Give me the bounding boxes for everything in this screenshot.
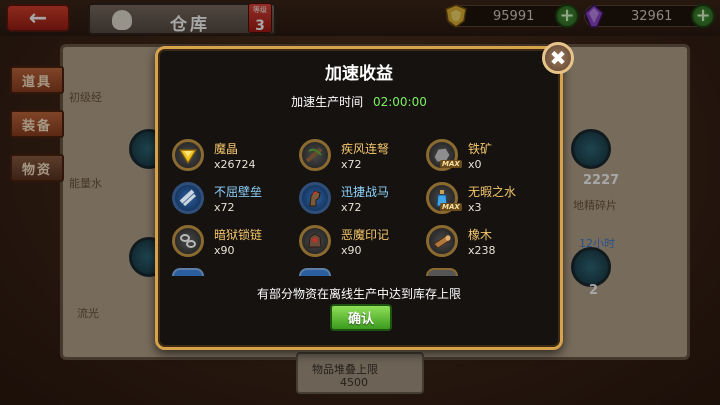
reward-item: 迅捷战马 x72 <box>299 182 419 220</box>
dialog-title: 加速收益 <box>325 64 393 84</box>
reward-item: 疾风连弩 x72 <box>299 139 419 177</box>
confirm-label: 确认 <box>347 312 374 327</box>
close-icon: ✖ <box>549 46 567 70</box>
confirm-button[interactable]: 确认 <box>330 304 392 331</box>
next-row-icon <box>172 268 204 276</box>
close-button[interactable]: ✖ <box>542 42 574 74</box>
reward-item: MAX 无暇之水 x3 <box>426 182 546 220</box>
next-row-icon <box>299 268 331 276</box>
item-name: 暗狱锁链 <box>214 228 263 242</box>
storage-limit-notice: 有部分物资在离线生产中达到库存上限 <box>256 287 461 301</box>
reward-item: MAX 铁矿 x0 <box>426 139 546 177</box>
speedup-time-row: 加速生产时间 02:00:00 <box>158 93 560 110</box>
speedup-time-label: 加速生产时间 <box>291 95 364 109</box>
oak-wood-icon <box>426 225 458 257</box>
item-name: 橡木 <box>468 228 493 242</box>
next-row-icon <box>426 268 458 276</box>
item-name: 恶魔印记 <box>341 228 390 242</box>
warhorse-icon <box>299 182 331 214</box>
reward-item: 橡木 x238 <box>426 225 546 263</box>
item-count: x90 <box>341 244 362 257</box>
item-name: 不屈壁垒 <box>214 185 263 199</box>
reward-item: 暗狱锁链 x90 <box>172 225 292 263</box>
gold-crystal-icon <box>172 139 204 171</box>
demon-mark-icon <box>299 225 331 257</box>
max-tag: MAX <box>440 203 462 211</box>
item-name: 无暇之水 <box>468 185 517 199</box>
reward-item: 恶魔印记 x90 <box>299 225 419 263</box>
item-count: x72 <box>341 158 362 171</box>
chain-icon <box>172 225 204 257</box>
item-name: 疾风连弩 <box>341 142 390 156</box>
speedup-time-value: 02:00:00 <box>372 95 427 109</box>
item-count: x26724 <box>214 158 256 171</box>
item-count: x90 <box>214 244 235 257</box>
item-name: 魔晶 <box>214 142 239 156</box>
crossbow-icon <box>299 139 331 171</box>
item-count: x72 <box>341 201 362 214</box>
max-tag: MAX <box>440 160 462 168</box>
shield-wall-icon <box>172 182 204 214</box>
item-name: 迅捷战马 <box>341 185 390 199</box>
item-name: 铁矿 <box>468 142 493 156</box>
item-count: x3 <box>468 201 482 214</box>
item-count: x238 <box>468 244 496 257</box>
reward-item: 不屈壁垒 x72 <box>172 182 292 220</box>
speedup-earnings-dialog: 加速收益 加速生产时间 02:00:00 魔晶 x26724 疾风连弩 x72 … <box>155 46 563 350</box>
reward-item: 魔晶 x26724 <box>172 139 292 177</box>
item-count: x0 <box>468 158 482 171</box>
item-count: x72 <box>214 201 235 214</box>
